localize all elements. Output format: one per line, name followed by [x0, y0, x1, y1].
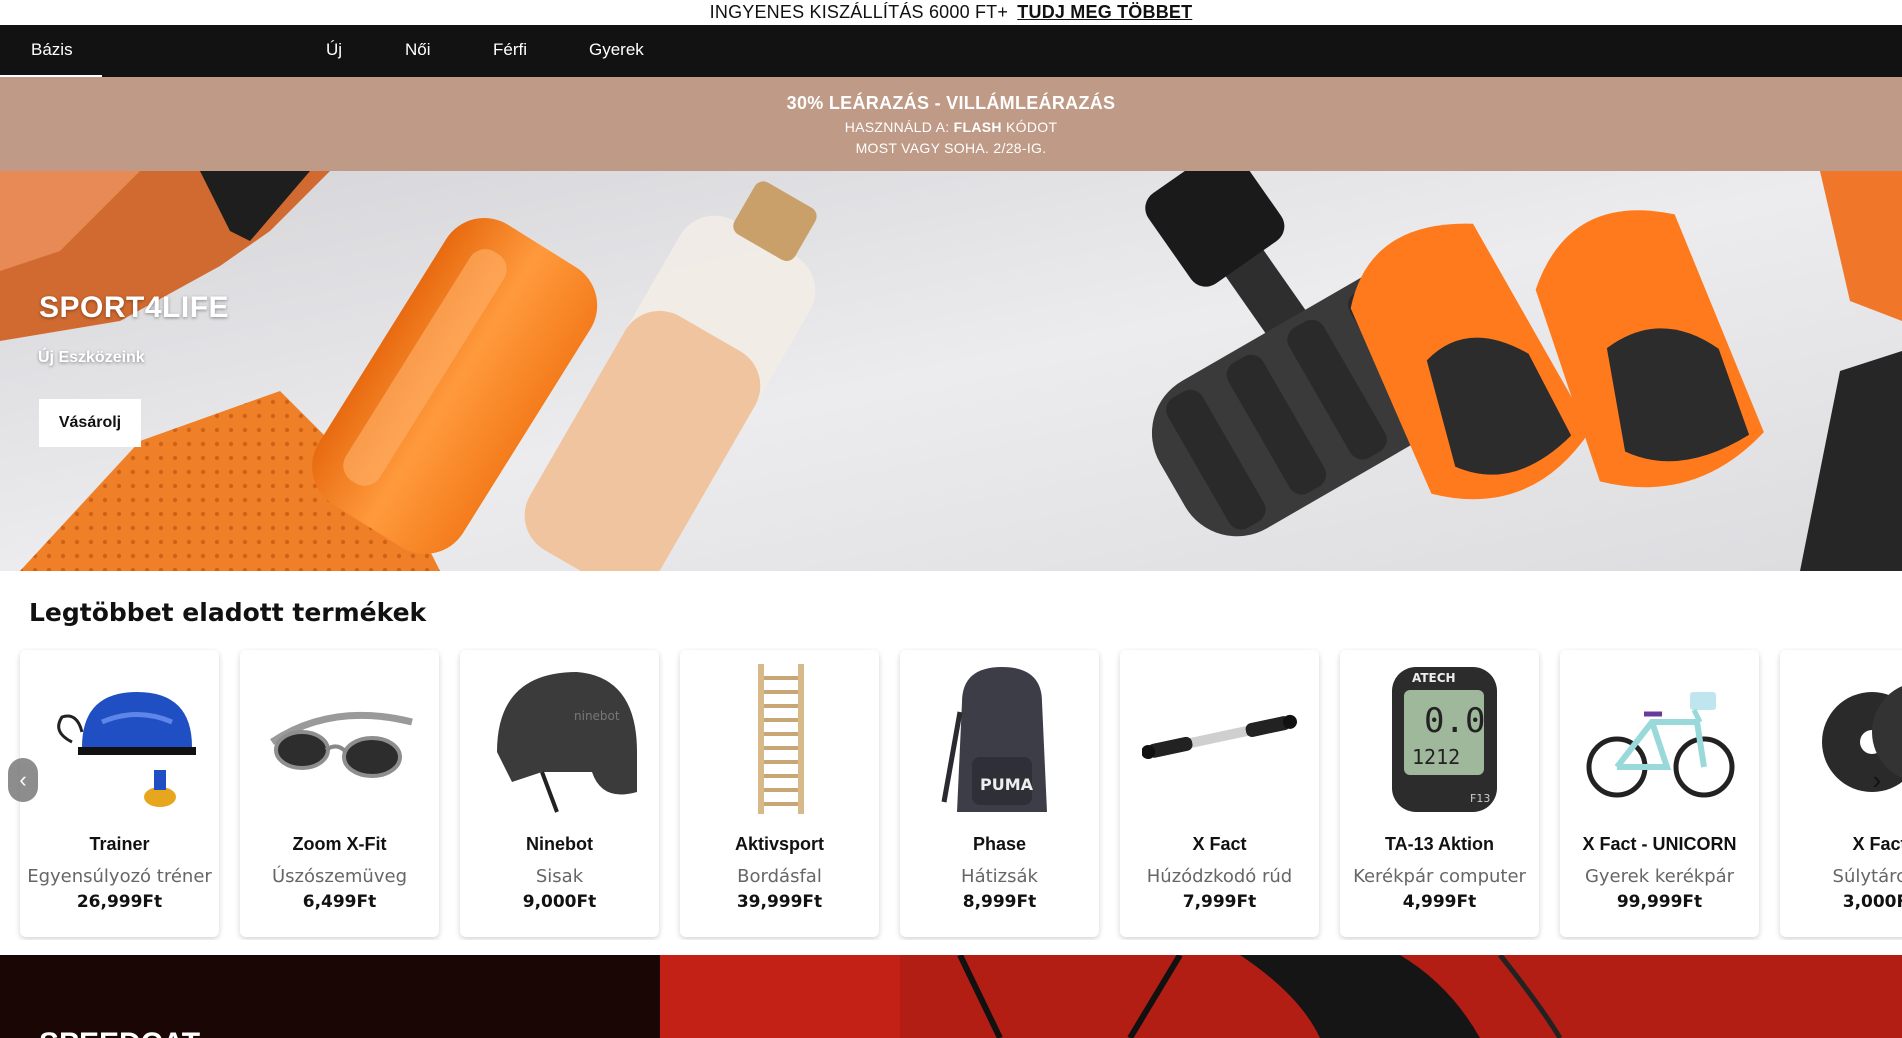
svg-text:0.0: 0.0	[1424, 701, 1485, 741]
product-price: 99,999Ft	[1616, 892, 1703, 912]
helmet-icon: ninebot	[497, 672, 637, 813]
product-category: Súlytárcsa	[1832, 866, 1902, 887]
product-category: Gyerek kerékpár	[1584, 866, 1735, 887]
product-brand: Zoom X-Fit	[292, 834, 387, 854]
product-card[interactable]: X Fact - UNICORN Gyerek kerékpár 99,999F…	[1560, 650, 1759, 937]
promo-code-line: HASZNNÁLD A: FLASH KÓDOT	[0, 119, 1902, 135]
promo-deadline: MOST VAGY SOHA. 2/28-IG.	[855, 140, 1047, 156]
carousel-next-button[interactable]: ›	[1862, 758, 1892, 802]
product-brand: Aktivsport	[734, 834, 824, 854]
svg-text:F13: F13	[1470, 792, 1490, 805]
nav-item-uj[interactable]: Új	[326, 25, 342, 77]
main-nav: Bázis Új Női Férfi Gyerek	[0, 25, 1902, 77]
speedcat-banner[interactable]: SPEEDCAT	[0, 955, 1902, 1038]
svg-text:ninebot: ninebot	[574, 709, 620, 723]
announcement-text: INGYENES KISZÁLLÍTÁS 6000 FT+	[709, 2, 1009, 22]
pullup-bar-icon	[1142, 714, 1297, 760]
promo-code: FLASH	[953, 119, 1002, 135]
product-card[interactable]: Trainer Egyensúlyozó tréner 26,999Ft	[20, 650, 219, 937]
product-price: 7,999Ft	[1182, 892, 1257, 912]
promo-banner[interactable]: 30% LEÁRAZÁS - VILLÁMLEÁRAZÁS HASZNNÁLD …	[0, 77, 1902, 171]
product-price: 8,999Ft	[962, 892, 1037, 912]
svg-text:PUMA: PUMA	[980, 775, 1034, 794]
product-brand: X Fact	[1192, 834, 1247, 854]
svg-text:1212: 1212	[1412, 745, 1460, 769]
shop-button[interactable]: Vásárolj	[39, 399, 141, 447]
product-price: 4,999Ft	[1402, 892, 1477, 912]
product-brand: Ninebot	[526, 834, 593, 854]
product-card[interactable]: Aktivsport Bordásfal 39,999Ft	[680, 650, 879, 937]
product-card[interactable]: Zoom X-Fit Úszószemüveg 6,499Ft	[240, 650, 439, 937]
speedcat-title: SPEEDCAT	[39, 1027, 200, 1038]
bike-computer-icon: ATECH 0.0 1212 F13	[1392, 667, 1497, 812]
product-price: 26,999Ft	[76, 892, 163, 912]
product-price: 39,999Ft	[736, 892, 823, 912]
chevron-right-icon: ›	[1872, 765, 1882, 795]
nav-item-ferfi[interactable]: Férfi	[493, 25, 527, 77]
learn-more-link[interactable]: TUDJ MEG TÖBBET	[1017, 2, 1192, 22]
product-category: Húzódzkodó rúd	[1146, 866, 1293, 887]
product-card[interactable]: ATECH 0.0 1212 F13 TA-13 Aktion Kerékpár…	[1340, 650, 1539, 937]
hero-subtitle: Új Eszközeink	[38, 349, 145, 366]
hero-image	[0, 171, 1902, 571]
product-brand: X Fact - UNICORN	[1582, 834, 1737, 854]
promo-code-prefix: HASZNNÁLD A:	[844, 119, 950, 135]
nav-item-noi[interactable]: Női	[405, 25, 431, 77]
nav-item-gyerek[interactable]: Gyerek	[589, 25, 644, 77]
product-category: Bordásfal	[737, 866, 822, 887]
goggles-icon	[270, 711, 413, 778]
product-brand: X Fact	[1852, 834, 1902, 854]
chevron-left-icon: ‹	[19, 767, 27, 792]
product-category: Egyensúlyozó tréner	[27, 866, 212, 887]
svg-text:ATECH: ATECH	[1412, 671, 1456, 685]
wall-bars-icon	[758, 664, 804, 814]
product-price: 9,000Ft	[522, 892, 597, 912]
product-carousel: Trainer Egyensúlyozó tréner 26,999Ft Zoo…	[0, 648, 1902, 940]
product-brand: Trainer	[89, 834, 150, 854]
product-brand: TA-13 Aktion	[1384, 834, 1494, 854]
balance-trainer-icon	[57, 692, 196, 807]
product-category: Kerékpár computer	[1353, 866, 1526, 887]
nav-item-bazis[interactable]: Bázis	[0, 25, 102, 77]
backpack-icon: PUMA	[941, 667, 1047, 812]
hero-banner: SPORT4LIFE Új Eszközeink Vásárolj	[0, 171, 1902, 571]
announcement-bar: INGYENES KISZÁLLÍTÁS 6000 FT+ TUDJ MEG T…	[0, 0, 1902, 25]
kids-bike-icon	[1586, 692, 1735, 798]
speedcat-image	[0, 955, 1902, 1038]
product-category: Hátizsák	[961, 866, 1038, 887]
bestsellers-title: Legtöbbet eladott termékek	[29, 598, 427, 627]
product-brand: Phase	[972, 834, 1027, 854]
product-price: 6,499Ft	[302, 892, 377, 912]
product-price: 3,000Ft	[1842, 892, 1902, 912]
product-category: Úszószemüveg	[271, 866, 407, 887]
carousel-prev-button[interactable]: ‹	[8, 758, 38, 802]
product-card[interactable]: ninebot Ninebot Sisak 9,000Ft	[460, 650, 659, 937]
product-card[interactable]: X Fact Húzódzkodó rúd 7,999Ft	[1120, 650, 1319, 937]
hero-title: SPORT4LIFE	[39, 291, 230, 324]
promo-code-suffix: KÓDOT	[1006, 119, 1058, 135]
product-card[interactable]: PUMA Phase Hátizsák 8,999Ft	[900, 650, 1099, 937]
promo-title: 30% LEÁRAZÁS - VILLÁMLEÁRAZÁS	[786, 93, 1116, 113]
product-category: Sisak	[535, 866, 584, 887]
